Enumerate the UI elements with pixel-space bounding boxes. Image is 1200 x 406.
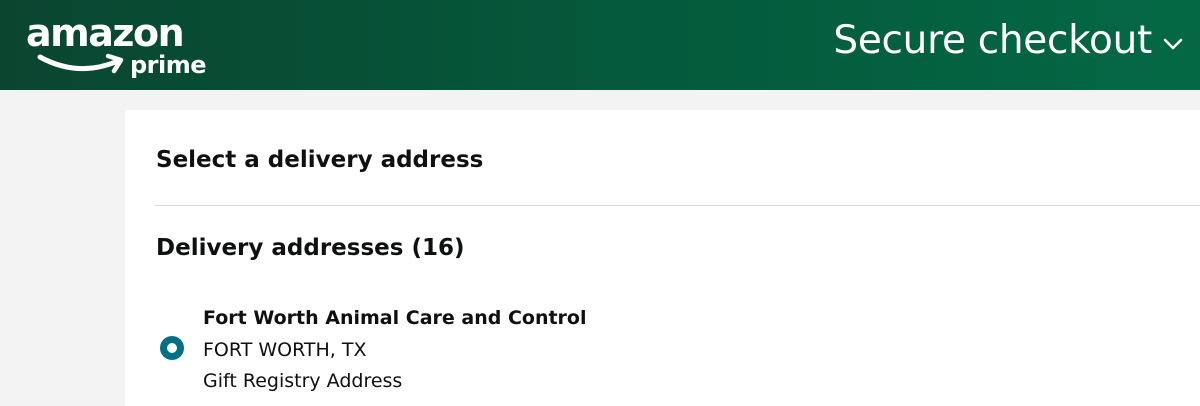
checkout-header: amazon prime Secure checkout [0, 0, 1200, 90]
amazon-smile-icon [37, 53, 124, 74]
address-radio-selected[interactable] [160, 336, 184, 360]
addresses-heading: Delivery addresses (16) [156, 235, 465, 261]
logo-prime-text: prime [130, 51, 207, 79]
radio-dot [167, 343, 177, 353]
address-note: Gift Registry Address [203, 370, 403, 392]
chevron-down-icon [1163, 38, 1183, 50]
secure-checkout-label: Secure checkout [833, 18, 1152, 63]
secure-checkout-dropdown[interactable]: Secure checkout [833, 16, 1184, 66]
address-city-state: FORT WORTH, TX [203, 339, 367, 361]
address-option[interactable]: Fort Worth Animal Care and Control FORT … [155, 300, 755, 396]
page-title: Select a delivery address [156, 147, 484, 173]
section-divider [155, 205, 1200, 206]
address-name: Fort Worth Animal Care and Control [203, 307, 587, 329]
delivery-address-panel: Select a delivery address Delivery addre… [125, 110, 1200, 406]
amazon-prime-logo[interactable]: amazon prime [26, 11, 216, 82]
